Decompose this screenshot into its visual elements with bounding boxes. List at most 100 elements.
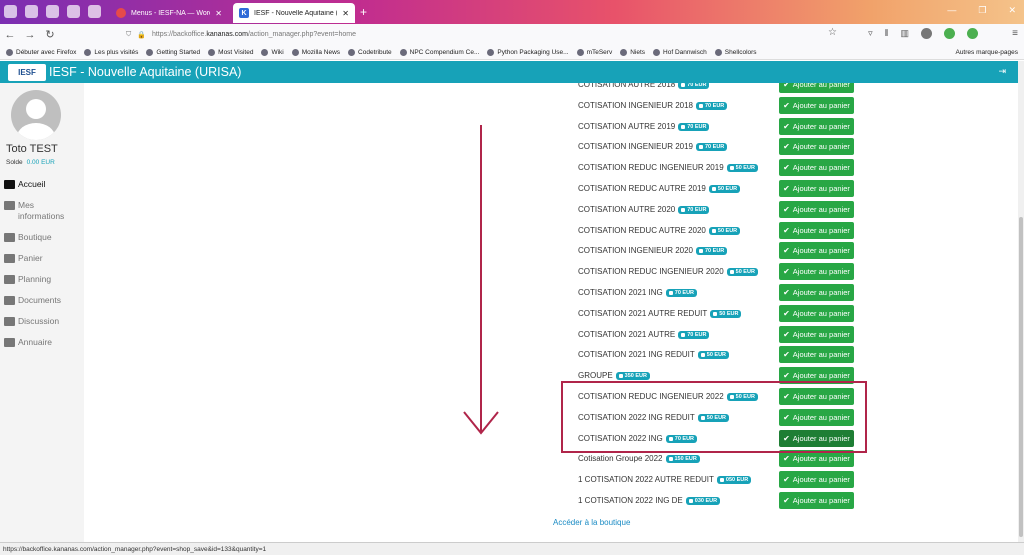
add-to-cart-button[interactable]: ✔ Ajouter au panier: [779, 326, 854, 343]
product-name: COTISATION REDUC AUTRE 2019: [578, 184, 706, 193]
add-to-cart-button[interactable]: ✔ Ajouter au panier: [779, 159, 854, 176]
product-name: COTISATION INGENIEUR 2020: [578, 246, 693, 255]
bookmark-item[interactable]: Les plus visités: [84, 49, 138, 56]
shop-link[interactable]: Accéder à la boutique: [553, 518, 630, 527]
page-scrollbar[interactable]: [1018, 61, 1024, 542]
price-badge: 50 EUR: [697, 350, 730, 359]
product-row: COTISATION REDUC INGENIEUR 2019 50 EUR: [578, 159, 758, 176]
sidebar-item-mes-informations[interactable]: Mes informations: [4, 200, 82, 222]
bookmark-item[interactable]: Wiki: [261, 49, 283, 56]
add-to-cart-button[interactable]: ✔ Ajouter au panier: [779, 263, 854, 280]
price-text: 70 EUR: [687, 331, 707, 338]
add-to-cart-button[interactable]: ✔ Ajouter au panier: [779, 83, 854, 93]
url-bar[interactable]: ⛉ 🔒 https://backoffice.kananas.com/actio…: [122, 27, 846, 42]
bookmark-item[interactable]: Getting Started: [146, 49, 200, 56]
sidebar-item-documents[interactable]: Documents: [4, 295, 82, 306]
bookmark-item[interactable]: mTeServ: [577, 49, 613, 56]
tab-wordpress[interactable]: Menus - IESF-NA — WordPress ✕: [110, 3, 228, 23]
close-tab-icon[interactable]: ✕: [215, 9, 222, 18]
bookmark-item[interactable]: Hof Dannwisch: [653, 49, 707, 56]
price-badge: 70 EUR: [696, 246, 728, 255]
add-to-cart-button[interactable]: ✔ Ajouter au panier: [779, 180, 854, 197]
reload-icon[interactable]: ↻: [40, 28, 60, 41]
close-tab-icon[interactable]: ✕: [342, 9, 349, 18]
add-to-cart-label: Ajouter au panier: [792, 475, 850, 484]
tag-icon: [699, 248, 703, 253]
bookmark-item[interactable]: Débuter avec Firefox: [6, 49, 76, 56]
add-to-cart-button[interactable]: ✔ Ajouter au panier: [779, 222, 854, 239]
home-icon: [4, 180, 15, 189]
tag-icon: [681, 332, 686, 337]
toolbar-icons[interactable]: ▿ ⫴ ▥: [868, 28, 978, 39]
new-tab-icon[interactable]: +: [360, 5, 367, 19]
add-to-cart-button[interactable]: ✔ Ajouter au panier: [779, 492, 854, 509]
bookmark-star-icon[interactable]: ☆: [828, 27, 837, 38]
add-to-cart-button[interactable]: ✔ Ajouter au panier: [779, 242, 854, 259]
add-to-cart-button[interactable]: ✔ Ajouter au panier: [779, 201, 854, 218]
price-text: 50 EUR: [735, 268, 755, 275]
price-text: 70 EUR: [687, 83, 707, 88]
add-to-cart-button[interactable]: ✔ Ajouter au panier: [779, 284, 854, 301]
library-icon: ⫴: [884, 28, 889, 38]
product-name: GROUPE: [578, 371, 613, 380]
price-badge: 70 EUR: [678, 330, 710, 339]
sidebar-item-planning[interactable]: Planning: [4, 274, 82, 285]
check-icon: ✔: [783, 83, 790, 89]
hamburger-menu-icon[interactable]: ≡: [1012, 28, 1018, 39]
add-to-cart-button[interactable]: ✔ Ajouter au panier: [779, 471, 854, 488]
add-to-cart-label: Ajouter au panier: [792, 163, 850, 172]
product-row: 1 COTISATION 2022 AUTRE REDUIT 050 EUR: [578, 471, 752, 488]
product-name: 1 COTISATION 2022 AUTRE REDUIT: [578, 475, 714, 484]
price-badge: 50 EUR: [726, 267, 758, 276]
extension-icon: [944, 28, 955, 39]
bookmark-item[interactable]: Niets: [620, 49, 645, 56]
sidebar-item-boutique[interactable]: Boutique: [4, 232, 82, 243]
price-badge: 70 EUR: [678, 122, 710, 131]
back-icon[interactable]: ←: [0, 29, 20, 41]
add-to-cart-button[interactable]: ✔ Ajouter au panier: [779, 346, 854, 363]
add-to-cart-label: Ajouter au panier: [792, 309, 850, 318]
product-row: COTISATION INGENIEUR 2018 70 EUR: [578, 97, 728, 114]
wordpress-favicon-icon: [116, 8, 126, 18]
bookmark-item[interactable]: Most Visited: [208, 49, 253, 56]
pinned-tabs[interactable]: [4, 5, 101, 18]
price-text: 70 EUR: [687, 206, 707, 213]
add-to-cart-button[interactable]: ✔ Ajouter au panier: [779, 138, 854, 155]
sidebar-item-accueil[interactable]: Accueil: [4, 179, 82, 190]
sidebar-item-panier[interactable]: Panier: [4, 253, 82, 264]
product-name: COTISATION AUTRE 2019: [578, 122, 676, 131]
sidebar-item-discussion[interactable]: Discussion: [4, 316, 82, 327]
product-row: COTISATION AUTRE 2020 70 EUR: [578, 201, 710, 218]
other-bookmarks[interactable]: Autres marque-pages: [955, 49, 1018, 56]
product-name: COTISATION REDUC INGENIEUR 2020: [578, 267, 724, 276]
add-to-cart-button[interactable]: ✔ Ajouter au panier: [779, 118, 854, 135]
add-to-cart-label: Ajouter au panier: [792, 288, 850, 297]
price-text: 70 EUR: [687, 123, 707, 130]
iesf-logo[interactable]: IESF: [8, 63, 46, 81]
tag-icon: [713, 311, 718, 316]
forward-icon[interactable]: →: [20, 29, 40, 41]
check-icon: ✔: [783, 142, 790, 151]
price-badge: 50 EUR: [708, 226, 741, 235]
bookmark-item[interactable]: NPC Compendium Ce...: [400, 49, 480, 56]
sidebar-item-annuaire[interactable]: Annuaire: [4, 337, 82, 348]
add-to-cart-button[interactable]: ✔ Ajouter au panier: [779, 97, 854, 114]
window-controls[interactable]: — ❐ ✕: [947, 5, 1016, 16]
add-to-cart-label: Ajouter au panier: [792, 226, 850, 235]
add-to-cart-button[interactable]: ✔ Ajouter au panier: [779, 305, 854, 322]
shield-icon: ⛉: [126, 30, 132, 38]
product-name: COTISATION 2021 AUTRE REDUIT: [578, 309, 708, 318]
tab-iesf[interactable]: K IESF - Nouvelle Aquitaine (URIS ✕: [233, 3, 355, 23]
bookmark-item[interactable]: Python Packaging Use...: [487, 49, 568, 56]
bookmark-item[interactable]: Codetribute: [348, 49, 392, 56]
price-text: 150 EUR: [674, 455, 697, 462]
product-row: COTISATION REDUC AUTRE 2020 50 EUR: [578, 222, 741, 239]
logout-icon[interactable]: ⇥: [998, 66, 1006, 77]
check-icon: ✔: [783, 330, 790, 339]
price-badge: 70 EUR: [678, 83, 710, 89]
check-icon: ✔: [783, 454, 790, 463]
bookmark-item[interactable]: Shellcolors: [715, 49, 757, 56]
bookmark-item[interactable]: Mozilla News: [292, 49, 340, 56]
check-icon: ✔: [783, 184, 790, 193]
bookmarks-bar: Débuter avec Firefox Les plus visités Ge…: [0, 45, 1024, 60]
